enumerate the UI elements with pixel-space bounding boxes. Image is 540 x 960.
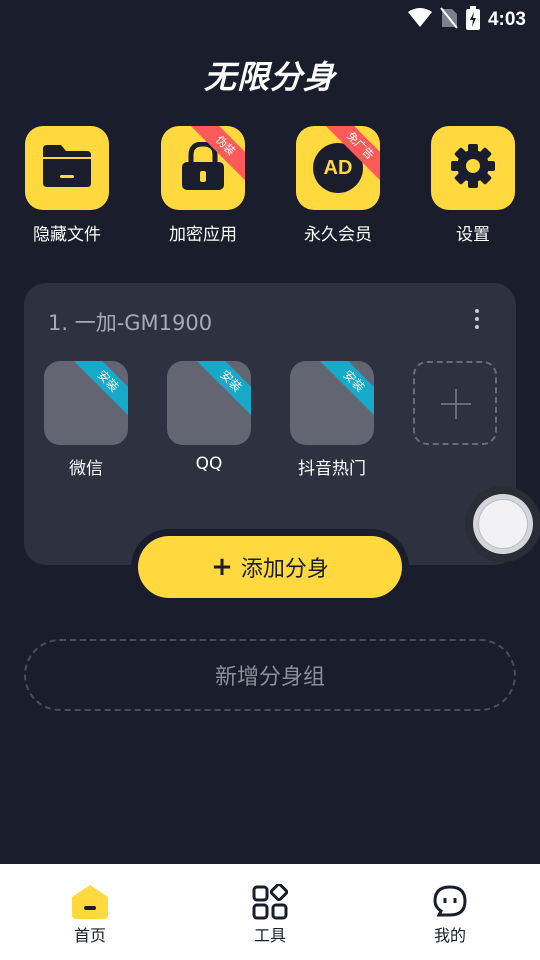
feature-tile[interactable] <box>25 126 109 210</box>
floating-ball[interactable] <box>465 486 540 562</box>
status-time: 4:03 <box>487 9 526 30</box>
profile-icon <box>431 884 469 920</box>
nav-profile[interactable]: 我的 <box>390 884 510 946</box>
tools-icon <box>251 884 289 920</box>
clone-group-card: 1. 一加-GM1900 安装 微信 安装 QQ 安装 抖音热门 <box>24 283 516 565</box>
feature-lifetime-vip[interactable]: AD 免广告 永久会员 <box>278 126 398 245</box>
group-title: 1. 一加-GM1900 <box>48 311 213 335</box>
clone-label: QQ <box>195 454 223 474</box>
clone-item-douyin[interactable]: 安装 抖音热门 <box>290 361 374 479</box>
feature-settings[interactable]: 设置 <box>413 126 533 245</box>
clone-tile[interactable]: 安装 <box>290 361 374 445</box>
plus-icon: + <box>211 552 233 582</box>
ad-icon-text: AD <box>323 156 353 179</box>
status-icons: 4:03 <box>407 6 526 34</box>
nav-label: 我的 <box>433 926 466 945</box>
feature-label: 隐藏文件 <box>33 225 101 245</box>
install-ribbon: 安装 <box>69 361 128 420</box>
wifi-icon <box>407 8 432 32</box>
clone-item-qq[interactable]: 安装 QQ <box>167 361 251 474</box>
clone-item-wechat[interactable]: 安装 微信 <box>44 361 128 479</box>
home-icon <box>71 884 109 920</box>
clone-label: 微信 <box>69 459 103 479</box>
clone-tile[interactable]: 安装 <box>44 361 128 445</box>
feature-tile[interactable]: AD 免广告 <box>296 126 380 210</box>
nav-label: 首页 <box>73 926 106 945</box>
no-sim-icon <box>440 7 458 33</box>
feature-encrypted-apps[interactable]: 伪装 加密应用 <box>143 126 263 245</box>
feature-label: 设置 <box>456 225 490 245</box>
install-ribbon: 安装 <box>192 361 251 420</box>
status-bar: 4:03 <box>0 0 540 36</box>
new-group-button[interactable]: 新增分身组 <box>24 639 516 711</box>
feature-hidden-files[interactable]: 隐藏文件 <box>7 126 127 245</box>
battery-charging-icon <box>465 6 480 34</box>
bottom-nav: 首页 工具 我的 <box>0 864 540 960</box>
install-ribbon: 安装 <box>315 361 374 420</box>
more-menu-icon[interactable] <box>474 309 480 329</box>
feature-tile[interactable] <box>431 126 515 210</box>
add-clone-slot[interactable] <box>413 361 497 445</box>
clone-tile[interactable]: 安装 <box>167 361 251 445</box>
add-clone-label: 添加分身 <box>240 557 329 582</box>
nav-home[interactable]: 首页 <box>30 884 150 946</box>
add-clone-button[interactable]: + 添加分身 <box>138 536 402 598</box>
app-title: 无限分身 <box>203 58 336 96</box>
gear-icon <box>449 142 497 194</box>
feature-tile[interactable]: 伪装 <box>161 126 245 210</box>
feature-label: 永久会员 <box>304 225 372 245</box>
feature-label: 加密应用 <box>169 225 237 245</box>
clone-label: 抖音热门 <box>298 459 366 479</box>
folder-icon <box>41 145 93 191</box>
new-group-label: 新增分身组 <box>214 665 325 690</box>
nav-label: 工具 <box>253 926 286 945</box>
nav-tools[interactable]: 工具 <box>210 884 330 946</box>
